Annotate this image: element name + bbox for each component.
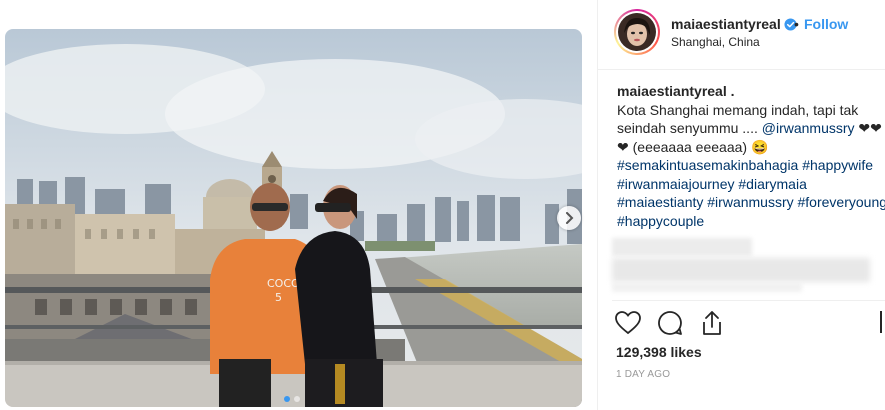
post-media-area: COCO 5 xyxy=(0,0,597,410)
share-icon xyxy=(703,311,721,335)
caption-line-3: ❤ (eeeaaaa eeeaaa) 😆 xyxy=(617,138,769,155)
post-header: maiaestiantyreal • Follow Shanghai, Chin… xyxy=(598,0,885,70)
hashtags-line-3[interactable]: #maiaestianty #irwanmussry #foreveryoung xyxy=(617,193,885,212)
hashtags-line-4[interactable]: #happycouple xyxy=(617,212,885,231)
caption-text: seindah senyummu .... xyxy=(617,120,762,136)
caption-line-1: Kota Shanghai memang indah, tapi tak xyxy=(617,101,859,118)
carousel-dot-active xyxy=(284,396,290,402)
post-username[interactable]: maiaestiantyreal xyxy=(671,16,797,34)
bookmark-icon xyxy=(880,311,882,333)
heart-icon xyxy=(615,311,641,335)
post-location[interactable]: Shanghai, China xyxy=(671,35,760,49)
avatar[interactable] xyxy=(614,9,660,55)
post-details-panel: maiaestiantyreal • Follow Shanghai, Chin… xyxy=(597,0,885,410)
likes-count[interactable]: 129,398 likes xyxy=(616,344,702,360)
comment-icon xyxy=(658,311,682,335)
shanghai-bund-photo: COCO 5 xyxy=(5,29,582,407)
hashtags-line-2[interactable]: #irwanmaiajourney #diarymaia xyxy=(617,175,885,194)
share-button[interactable] xyxy=(698,309,726,337)
blurred-comment xyxy=(612,258,870,282)
blurred-comment xyxy=(612,282,802,292)
carousel-next-button[interactable] xyxy=(557,206,581,230)
username-text[interactable]: maiaestiantyreal xyxy=(671,16,781,32)
post-actions xyxy=(614,309,726,337)
blurred-comment xyxy=(612,238,752,256)
caption-username[interactable]: maiaestiantyreal . xyxy=(617,83,735,99)
carousel-indicator xyxy=(284,396,300,402)
post-photo[interactable]: COCO 5 xyxy=(5,29,582,407)
hashtags-line-1[interactable]: #semakintuasemakinbahagia #happywife xyxy=(617,156,885,175)
divider xyxy=(612,300,885,301)
profile-photo xyxy=(618,13,656,51)
post-timestamp[interactable]: 1 DAY AGO xyxy=(616,369,670,380)
carousel-dot xyxy=(294,396,300,402)
follow-button[interactable]: Follow xyxy=(804,16,848,32)
svg-text:5: 5 xyxy=(275,291,282,304)
caption-mention-link[interactable]: @irwanmussry xyxy=(762,120,855,136)
caption-line-2: seindah senyummu .... @irwanmussry ❤❤ xyxy=(617,119,885,138)
like-button[interactable] xyxy=(614,309,642,337)
chevron-right-icon xyxy=(566,212,574,224)
follow-separator: • xyxy=(794,16,799,32)
post-caption: maiaestiantyreal . Kota Shanghai memang … xyxy=(617,82,885,230)
comment-button[interactable] xyxy=(656,309,684,337)
caption-hearts: ❤❤ xyxy=(854,120,882,136)
save-button[interactable] xyxy=(880,309,885,335)
svg-text:COCO: COCO xyxy=(267,277,300,290)
